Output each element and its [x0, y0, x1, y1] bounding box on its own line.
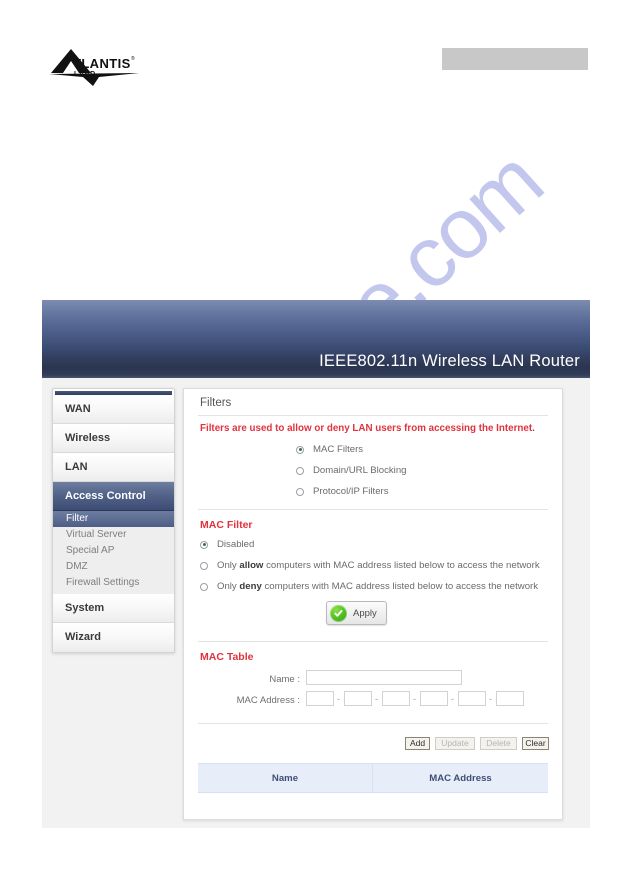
mac-octet-3-input[interactable]: [382, 691, 410, 706]
sidebar-item-wireless[interactable]: Wireless: [53, 424, 174, 453]
sidebar-subnav: Filter Virtual Server Special AP DMZ Fir…: [53, 511, 174, 594]
radio-mac-filter-disabled-label: Disabled: [217, 539, 255, 550]
mac-separator-2: -: [375, 694, 378, 704]
atlantis-land-logo: TLANTIS ® LAND: [47, 46, 143, 90]
filters-notice: Filters are used to allow or deny LAN us…: [200, 423, 535, 434]
divider-mac-filter: [198, 509, 548, 510]
radio-mac-filter-disabled[interactable]: Disabled: [200, 539, 254, 550]
name-field-label: Name :: [269, 674, 300, 685]
content-card: Filters Filters are used to allow or den…: [183, 388, 563, 820]
update-button[interactable]: Update: [435, 737, 475, 750]
column-header-name: Name: [198, 764, 373, 792]
delete-button[interactable]: Delete: [480, 737, 517, 750]
name-input[interactable]: [306, 670, 462, 685]
mac-separator-3: -: [413, 694, 416, 704]
sidebar-item-firewall-settings[interactable]: Firewall Settings: [53, 575, 174, 591]
mac-octet-5-input[interactable]: [458, 691, 486, 706]
clear-button[interactable]: Clear: [522, 737, 549, 750]
mac-octet-4-input[interactable]: [420, 691, 448, 706]
divider-title: [198, 415, 548, 416]
radio-mac-filters[interactable]: MAC Filters: [296, 444, 363, 455]
radio-protocol-ip-filters[interactable]: Protocol/IP Filters: [296, 486, 389, 497]
page-title: Filters: [200, 397, 232, 409]
column-header-mac-address: MAC Address: [429, 772, 492, 784]
divider-actions: [198, 723, 548, 724]
radio-mac-filter-deny-indicator[interactable]: [200, 582, 208, 591]
radio-domain-url-blocking-label: Domain/URL Blocking: [313, 465, 407, 476]
radio-mac-filter-allow-label: Only allow computers with MAC address li…: [217, 560, 540, 571]
radio-domain-url-blocking-indicator[interactable]: [296, 466, 304, 475]
radio-mac-filter-allow[interactable]: Only allow computers with MAC address li…: [200, 560, 540, 571]
sidebar-item-system[interactable]: System: [53, 594, 174, 623]
mac-separator-1: -: [337, 694, 340, 704]
check-icon: [330, 604, 347, 622]
sidebar-item-virtual-server[interactable]: Virtual Server: [53, 527, 174, 543]
sidebar-item-wizard[interactable]: Wizard: [53, 623, 174, 652]
banner-title: IEEE802.11n Wireless LAN Router: [319, 352, 580, 370]
mac-separator-5: -: [489, 694, 492, 704]
router-admin-ui: IEEE802.11n Wireless LAN Router WAN Wire…: [42, 300, 590, 828]
radio-mac-filter-disabled-indicator[interactable]: [200, 540, 208, 549]
sidebar-item-lan[interactable]: LAN: [53, 453, 174, 482]
radio-mac-filters-indicator[interactable]: [296, 445, 304, 454]
svg-text:TLANTIS: TLANTIS: [73, 56, 131, 71]
radio-mac-filter-allow-indicator[interactable]: [200, 561, 208, 570]
sidebar-item-filter[interactable]: Filter: [53, 511, 174, 527]
ui-banner: IEEE802.11n Wireless LAN Router: [42, 300, 590, 378]
radio-mac-filters-label: MAC Filters: [313, 444, 364, 455]
apply-button-label: Apply: [353, 607, 377, 619]
svg-text:LAND: LAND: [74, 71, 96, 78]
radio-protocol-ip-filters-label: Protocol/IP Filters: [313, 486, 389, 497]
sidebar-item-special-ap[interactable]: Special AP: [53, 543, 174, 559]
sidebar-item-wan[interactable]: WAN: [53, 395, 174, 424]
add-button[interactable]: Add: [405, 737, 430, 750]
mac-address-field-label: MAC Address :: [236, 695, 300, 706]
radio-mac-filter-deny[interactable]: Only deny computers with MAC address lis…: [200, 581, 538, 592]
mac-filter-section-title: MAC Filter: [200, 519, 253, 531]
header-placeholder-box: [442, 48, 588, 70]
apply-button[interactable]: Apply: [326, 601, 387, 625]
mac-separator-4: -: [451, 694, 454, 704]
mac-octet-2-input[interactable]: [344, 691, 372, 706]
mac-results-table: Name MAC Address: [198, 763, 548, 793]
radio-domain-url-blocking[interactable]: Domain/URL Blocking: [296, 465, 407, 476]
sidebar-item-access-control[interactable]: Access Control: [53, 482, 174, 511]
divider-mac-table: [198, 641, 548, 642]
svg-text:®: ®: [131, 55, 135, 62]
radio-protocol-ip-filters-indicator[interactable]: [296, 487, 304, 496]
document-header: TLANTIS ® LAND: [0, 0, 629, 110]
mac-octet-6-input[interactable]: [496, 691, 524, 706]
mac-table-section-title: MAC Table: [200, 651, 254, 663]
sidebar-nav: WAN Wireless LAN Access Control Filter V…: [52, 388, 175, 653]
sidebar-item-dmz[interactable]: DMZ: [53, 559, 174, 575]
mac-octet-1-input[interactable]: [306, 691, 334, 706]
ui-body: WAN Wireless LAN Access Control Filter V…: [42, 378, 590, 828]
apply-button-wrap: Apply: [326, 601, 387, 625]
radio-mac-filter-deny-label: Only deny computers with MAC address lis…: [217, 581, 539, 592]
